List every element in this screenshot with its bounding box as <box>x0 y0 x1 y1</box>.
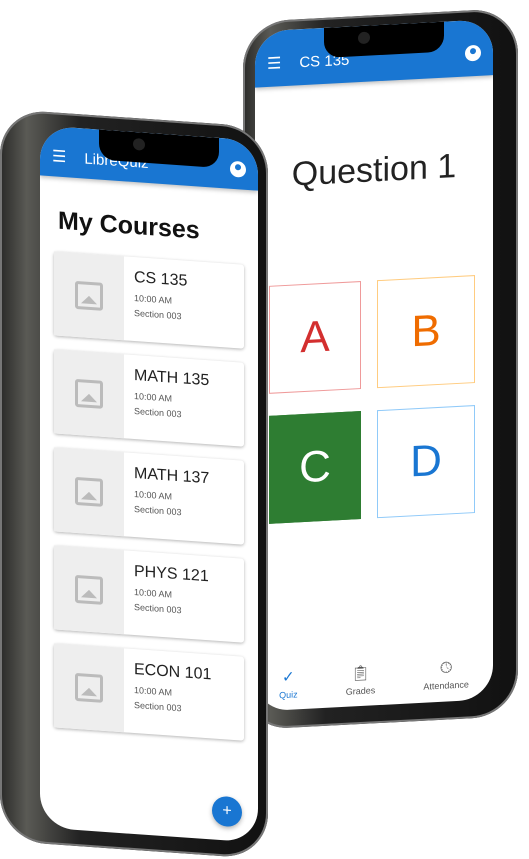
answer-b-button[interactable]: B <box>377 275 475 389</box>
quiz-phone: ☰ CS 135 Question 1 A B C D ✓ Quiz 📋︎ Grad… <box>243 7 518 731</box>
answer-c-button[interactable]: C <box>269 411 361 524</box>
course-card[interactable]: ECON 101 10:00 AM Section 003 <box>54 643 244 741</box>
course-name: CS 135 <box>134 269 188 290</box>
clock-icon: 🕓︎ <box>440 659 453 677</box>
nav-attendance[interactable]: 🕓︎ Attendance <box>423 658 469 702</box>
clipboard-icon: 📋︎ <box>350 664 370 683</box>
courses-screen: ☰ LibreQuiz My Courses CS 13510:00 AMSec… <box>40 125 258 843</box>
menu-icon[interactable]: ☰ <box>52 146 66 167</box>
image-placeholder-icon <box>54 251 124 341</box>
image-placeholder-icon <box>54 545 124 635</box>
course-card[interactable]: MATH 137 10:00 AM Section 003 <box>54 447 244 545</box>
account-icon[interactable] <box>465 44 481 62</box>
image-placeholder-icon <box>54 447 124 537</box>
nav-label: Grades <box>345 685 376 697</box>
course-section: Section 003 <box>134 308 182 322</box>
nav-grades[interactable]: 📋︎ Grades <box>346 663 376 707</box>
courses-phone: ☰ LibreQuiz My Courses CS 13510:00 AMSec… <box>0 108 268 859</box>
bottom-nav: ✓ Quiz 📋︎ Grades 🕓︎ Attendance <box>255 649 493 711</box>
answer-a-button[interactable]: A <box>269 281 361 394</box>
menu-icon[interactable]: ☰ <box>267 53 281 74</box>
check-icon: ✓ <box>282 668 295 687</box>
course-card[interactable]: PHYS 121 10:00 AM Section 003 <box>54 545 244 643</box>
account-icon[interactable] <box>230 160 246 178</box>
quiz-screen: ☰ CS 135 Question 1 A B C D ✓ Quiz 📋︎ Grad… <box>255 19 493 712</box>
nav-label: Attendance <box>423 679 469 692</box>
camera <box>133 137 145 151</box>
page-title: My Courses <box>58 206 200 245</box>
add-course-button[interactable]: + <box>212 795 242 828</box>
course-name: ECON 101 <box>134 661 212 684</box>
course-name: MATH 137 <box>134 465 210 488</box>
notch <box>324 21 444 58</box>
image-placeholder-icon <box>54 643 124 733</box>
course-name: PHYS 121 <box>134 563 209 586</box>
nav-label: Quiz <box>279 689 298 701</box>
course-name: MATH 135 <box>134 367 210 390</box>
image-placeholder-icon <box>54 349 124 439</box>
course-card[interactable]: CS 135 10:00 AM Section 003 <box>54 251 244 349</box>
question-title: Question 1 <box>291 147 457 194</box>
course-card[interactable]: MATH 135 10:00 AM Section 003 <box>54 349 244 447</box>
nav-quiz[interactable]: ✓ Quiz <box>279 667 298 710</box>
answer-d-button[interactable]: D <box>377 405 475 519</box>
